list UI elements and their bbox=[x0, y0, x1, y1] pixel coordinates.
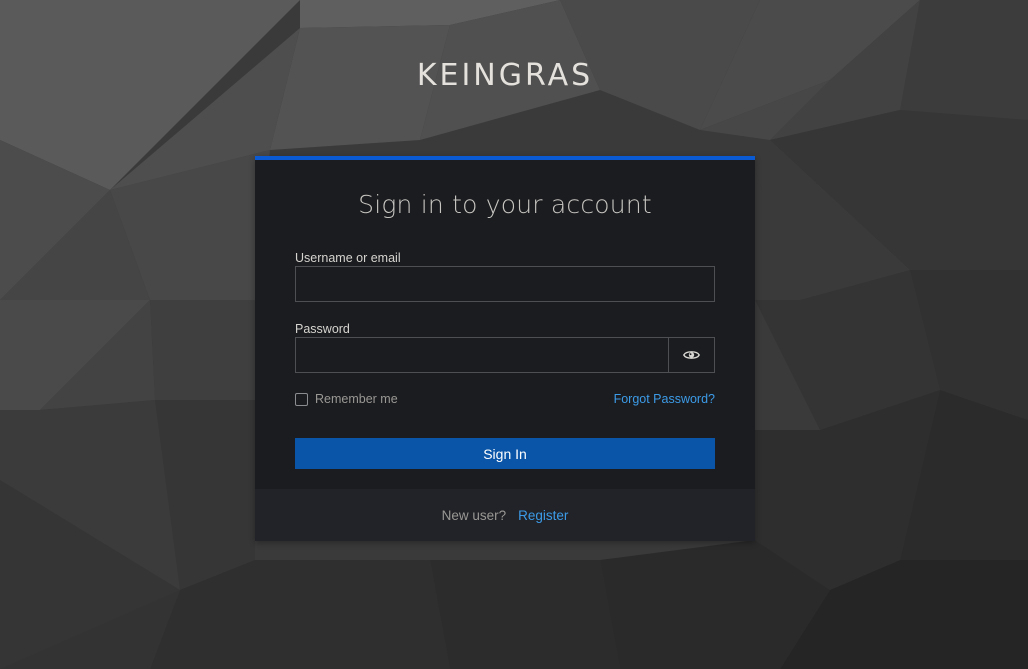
password-group bbox=[295, 337, 715, 373]
password-field[interactable] bbox=[295, 337, 668, 373]
sign-in-button[interactable]: Sign In bbox=[295, 438, 715, 469]
register-link[interactable]: Register bbox=[518, 508, 568, 523]
remember-me-label: Remember me bbox=[315, 392, 398, 406]
username-label: Username or email bbox=[295, 251, 401, 265]
card-footer: New user? Register bbox=[255, 489, 755, 541]
login-card: Sign in to your account Username or emai… bbox=[255, 156, 755, 541]
new-user-text: New user? bbox=[441, 507, 507, 523]
page-title: Sign in to your account bbox=[358, 190, 652, 219]
forgot-password-link[interactable]: Forgot Password? bbox=[614, 392, 715, 406]
remember-me-checkbox[interactable] bbox=[295, 392, 308, 406]
password-label: Password bbox=[295, 322, 350, 336]
remember-me-option[interactable]: Remember me bbox=[295, 392, 398, 406]
show-password-button[interactable] bbox=[668, 337, 715, 373]
brand-title: KEINGRAS bbox=[416, 58, 594, 93]
eye-icon bbox=[683, 351, 700, 359]
username-field[interactable] bbox=[295, 266, 715, 302]
login-page: KEINGRAS Sign in to your account Usernam… bbox=[0, 0, 1028, 669]
